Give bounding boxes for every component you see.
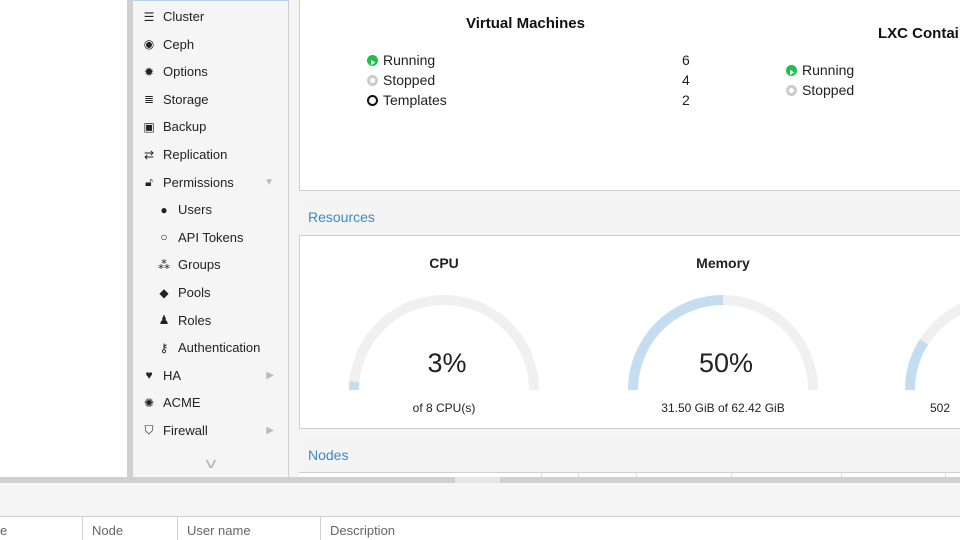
sidebar-item-label: Users — [178, 202, 212, 218]
sidebar-item-label: Storage — [163, 91, 209, 107]
task-grid-header: e Node User name Description — [0, 517, 960, 540]
log-panel-toolbar — [0, 483, 960, 517]
certificate-icon: ✺ — [143, 395, 155, 410]
lxc-running: Running — [786, 62, 854, 78]
nodes-header: Nodes — [299, 438, 960, 473]
memory-title: Memory — [696, 255, 750, 271]
expand-right-icon[interactable]: ▶ — [266, 425, 274, 436]
column-header-node[interactable]: Node — [82, 517, 177, 540]
stopped-icon — [786, 84, 797, 96]
sidebar-item-label: HA — [163, 367, 182, 383]
key-icon: ⚷ — [159, 340, 169, 355]
column-header[interactable]: e — [0, 517, 16, 540]
gear-icon: ✹ — [143, 64, 155, 79]
config-sidebar: ☰ Cluster ◉ Ceph ✹ Options ≣ Storage ▣ Backup ⇄ Rep… — [133, 0, 289, 477]
sidebar-item-ceph[interactable]: ◉ Ceph — [133, 31, 288, 58]
sidebar-item-roles[interactable]: ♟ Roles — [133, 307, 288, 334]
heartbeat-icon: ♥ — [145, 368, 153, 383]
running-icon — [786, 64, 797, 76]
vm-running-count: 6 — [682, 52, 690, 68]
sidebar-item-label: Backup — [163, 119, 207, 135]
sidebar-item-label: Authentication — [178, 340, 261, 356]
cpu-sub: of 8 CPU(s) — [412, 401, 476, 415]
vm-stopped-count: 4 — [682, 72, 690, 88]
vm-title: Virtual Machines — [466, 15, 585, 32]
sidebar-item-label: ACME — [163, 395, 201, 411]
user-outline-icon: ○ — [160, 230, 168, 245]
ceph-icon: ◉ — [143, 37, 155, 52]
vm-templates-count: 2 — [682, 92, 690, 108]
user-icon: ● — [160, 202, 168, 217]
lxc-title: LXC Contai — [878, 25, 959, 42]
sidebar-item-users[interactable]: ● Users — [133, 196, 288, 223]
sidebar-item-replication[interactable]: ⇄ Replication — [133, 141, 288, 168]
running-icon — [367, 54, 378, 66]
column-header-user[interactable]: User name — [177, 517, 320, 540]
lxc-stopped: Stopped — [786, 82, 854, 98]
sidebar-item-label: Firewall — [163, 423, 208, 438]
vm-templates: Templates — [367, 92, 447, 108]
cpu-percent: 3% — [427, 348, 467, 378]
sidebar-item-label: Pools — [178, 285, 211, 300]
sidebar-item-firewall[interactable]: ⛉ Firewall ▶ — [133, 417, 288, 444]
sidebar-item-label: Groups — [178, 257, 221, 273]
sidebar-item-ha[interactable]: ♥ HA ▶ — [133, 362, 288, 389]
vm-running: Running — [367, 52, 435, 68]
sidebar-item-backup[interactable]: ▣ Backup — [133, 113, 288, 140]
sidebar-item-pools[interactable]: ◆ Pools — [133, 279, 288, 306]
sidebar-item-acme[interactable]: ✺ ACME — [133, 389, 288, 416]
cpu-title: CPU — [429, 255, 459, 271]
sidebar-item-label: Replication — [163, 147, 228, 162]
sidebar-item-label: Cluster — [163, 9, 205, 24]
database-icon: ≣ — [143, 92, 155, 107]
tags-icon: ◆ — [159, 285, 169, 300]
retweet-icon: ⇄ — [143, 147, 155, 162]
sidebar-item-groups[interactable]: ⁂ Groups — [133, 251, 288, 278]
sidebar-item-cluster[interactable]: ☰ Cluster — [133, 3, 288, 30]
shield-icon: ⛉ — [144, 423, 154, 437]
scroll-down-icon[interactable]: ∨ — [179, 455, 243, 472]
column-header-description[interactable]: Description — [320, 517, 960, 540]
resources-header: Resources — [299, 200, 960, 235]
users-icon: ⁂ — [158, 257, 170, 272]
sidebar-item-authentication[interactable]: ⚷ Authentication — [133, 334, 288, 361]
male-icon: ♟ — [158, 313, 170, 328]
expand-down-icon[interactable]: ▼ — [264, 177, 274, 188]
selected-item-border — [133, 0, 289, 1]
floppy-icon: ▣ — [143, 119, 155, 134]
sidebar-item-label: Roles — [178, 312, 212, 328]
storage-sub: 502 — [929, 401, 951, 415]
sidebar-item-label: Options — [163, 64, 208, 80]
stopped-icon — [367, 74, 378, 86]
sidebar-item-label: Permissions — [163, 174, 234, 190]
sidebar-item-label: Ceph — [163, 36, 195, 52]
sidebar-item-label: API Tokens — [178, 229, 244, 245]
server-icon: ☰ — [143, 9, 155, 24]
memory-percent: 50% — [698, 348, 754, 378]
expand-right-icon[interactable]: ▶ — [266, 370, 274, 381]
sidebar-item-api-tokens[interactable]: ○ API Tokens — [133, 224, 288, 251]
unlock-icon: 🔓︎ — [145, 174, 153, 189]
vm-stopped: Stopped — [367, 72, 435, 88]
sidebar-item-options[interactable]: ✹ Options — [133, 58, 288, 85]
template-icon — [367, 94, 378, 106]
resource-tree-pane — [0, 0, 127, 477]
storage-gauge-fill — [905, 339, 929, 391]
sidebar-item-permissions[interactable]: 🔓︎ Permissions ▼ — [133, 169, 288, 196]
memory-sub: 31.50 GiB of 62.42 GiB — [661, 401, 785, 415]
sidebar-item-storage[interactable]: ≣ Storage — [133, 86, 288, 113]
